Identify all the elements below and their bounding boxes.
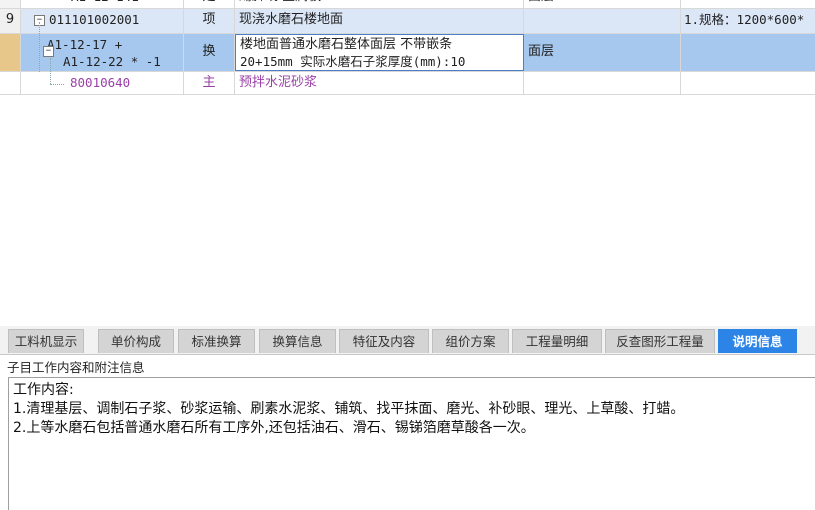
tab-quantity-detail[interactable]: 工程量明细: [512, 329, 602, 353]
description-textarea[interactable]: 工作内容: 1.清理基层、调制石子浆、砂浆运输、刷素水泥浆、铺筑、找平抹面、磨光…: [8, 377, 815, 510]
row-number: 9: [0, 9, 21, 33]
table-row[interactable]: 80010640 主 预拌水泥砂浆: [0, 72, 815, 95]
row-extra[interactable]: [681, 34, 815, 71]
row-type: 主: [184, 72, 235, 94]
table-row[interactable]: 9 −011101002001 项 现浇水磨石楼地面 1.规格：1200*600…: [0, 9, 815, 34]
row-type: 定: [184, 0, 235, 8]
tab-pricing-scheme[interactable]: 组价方案: [432, 329, 509, 353]
row-spec[interactable]: 面层: [524, 0, 681, 8]
row-code-line1: A1-12-17 +: [47, 37, 123, 52]
tab-conversion-info[interactable]: 换算信息: [259, 329, 336, 353]
tree-connector: [50, 58, 51, 84]
row-code[interactable]: 80010640: [21, 72, 184, 94]
bottom-tab-bar: 工料机显示 单价构成 标准换算 换算信息 特征及内容 组价方案 工程量明细 反查…: [0, 326, 815, 355]
row-name[interactable]: 预拌水泥砂浆: [235, 72, 524, 94]
collapse-toggle-icon[interactable]: −: [43, 46, 54, 57]
tab-standard-conversion[interactable]: 标准换算: [178, 329, 255, 353]
tab-reverse-graphic[interactable]: 反查图形工程量: [605, 329, 715, 353]
row-name[interactable]: 踢脚线 金属板: [235, 0, 524, 8]
content-line: 2.上等水磨石包括普通水磨石所有工序外,还包括油石、滑石、锡锑箔磨草酸各一次。: [13, 420, 535, 436]
tree-connector: [39, 22, 40, 72]
content-line: 1.清理基层、调制石子浆、砂浆运输、刷素水泥浆、铺筑、找平抹面、磨光、补砂眼、理…: [13, 401, 685, 417]
row-number: [0, 34, 21, 71]
row-spec[interactable]: [524, 72, 681, 94]
row-extra[interactable]: [681, 72, 815, 94]
row-code-line2: A1-12-22 * -1: [63, 54, 161, 69]
row-name-line2: 20+15mm 实际水磨石子浆厚度(mm):10: [240, 54, 466, 69]
tab-features[interactable]: 特征及内容: [339, 329, 429, 353]
row-type: 项: [184, 9, 235, 33]
row-code-cell[interactable]: A1-12-17 + A1-12-22 * -1 −: [21, 34, 184, 71]
row-extra[interactable]: [681, 0, 815, 8]
row-name-line1: 楼地面普通水磨石整体面层 不带嵌条: [240, 37, 453, 52]
panel-title: 子目工作内容和附注信息: [7, 360, 145, 375]
row-spec[interactable]: 面层: [524, 34, 681, 71]
tab-unit-price[interactable]: 单价构成: [98, 329, 174, 353]
row-spec[interactable]: [524, 9, 681, 33]
row-name-editor[interactable]: 楼地面普通水磨石整体面层 不带嵌条 20+15mm 实际水磨石子浆厚度(mm):…: [235, 34, 524, 71]
row-code: 011101002001: [49, 12, 140, 27]
content-line: 工作内容:: [13, 382, 74, 398]
row-type: 换: [184, 34, 235, 71]
row-code[interactable]: A1-12-141: [21, 0, 184, 8]
row-code-cell[interactable]: −011101002001: [21, 9, 184, 33]
table-row-selected[interactable]: A1-12-17 + A1-12-22 * -1 − 换 楼地面普通水磨石整体面…: [0, 34, 815, 72]
row-number: [0, 72, 21, 94]
row-name[interactable]: 现浇水磨石楼地面: [235, 9, 524, 33]
tab-material-display[interactable]: 工料机显示: [8, 329, 84, 353]
row-extra[interactable]: 1.规格：1200*600*: [681, 9, 815, 33]
tab-description[interactable]: 说明信息: [718, 329, 797, 353]
table-row[interactable]: A1-12-141 定 踢脚线 金属板 面层: [0, 0, 815, 9]
tree-connector: [50, 84, 64, 85]
row-number: [0, 0, 21, 8]
